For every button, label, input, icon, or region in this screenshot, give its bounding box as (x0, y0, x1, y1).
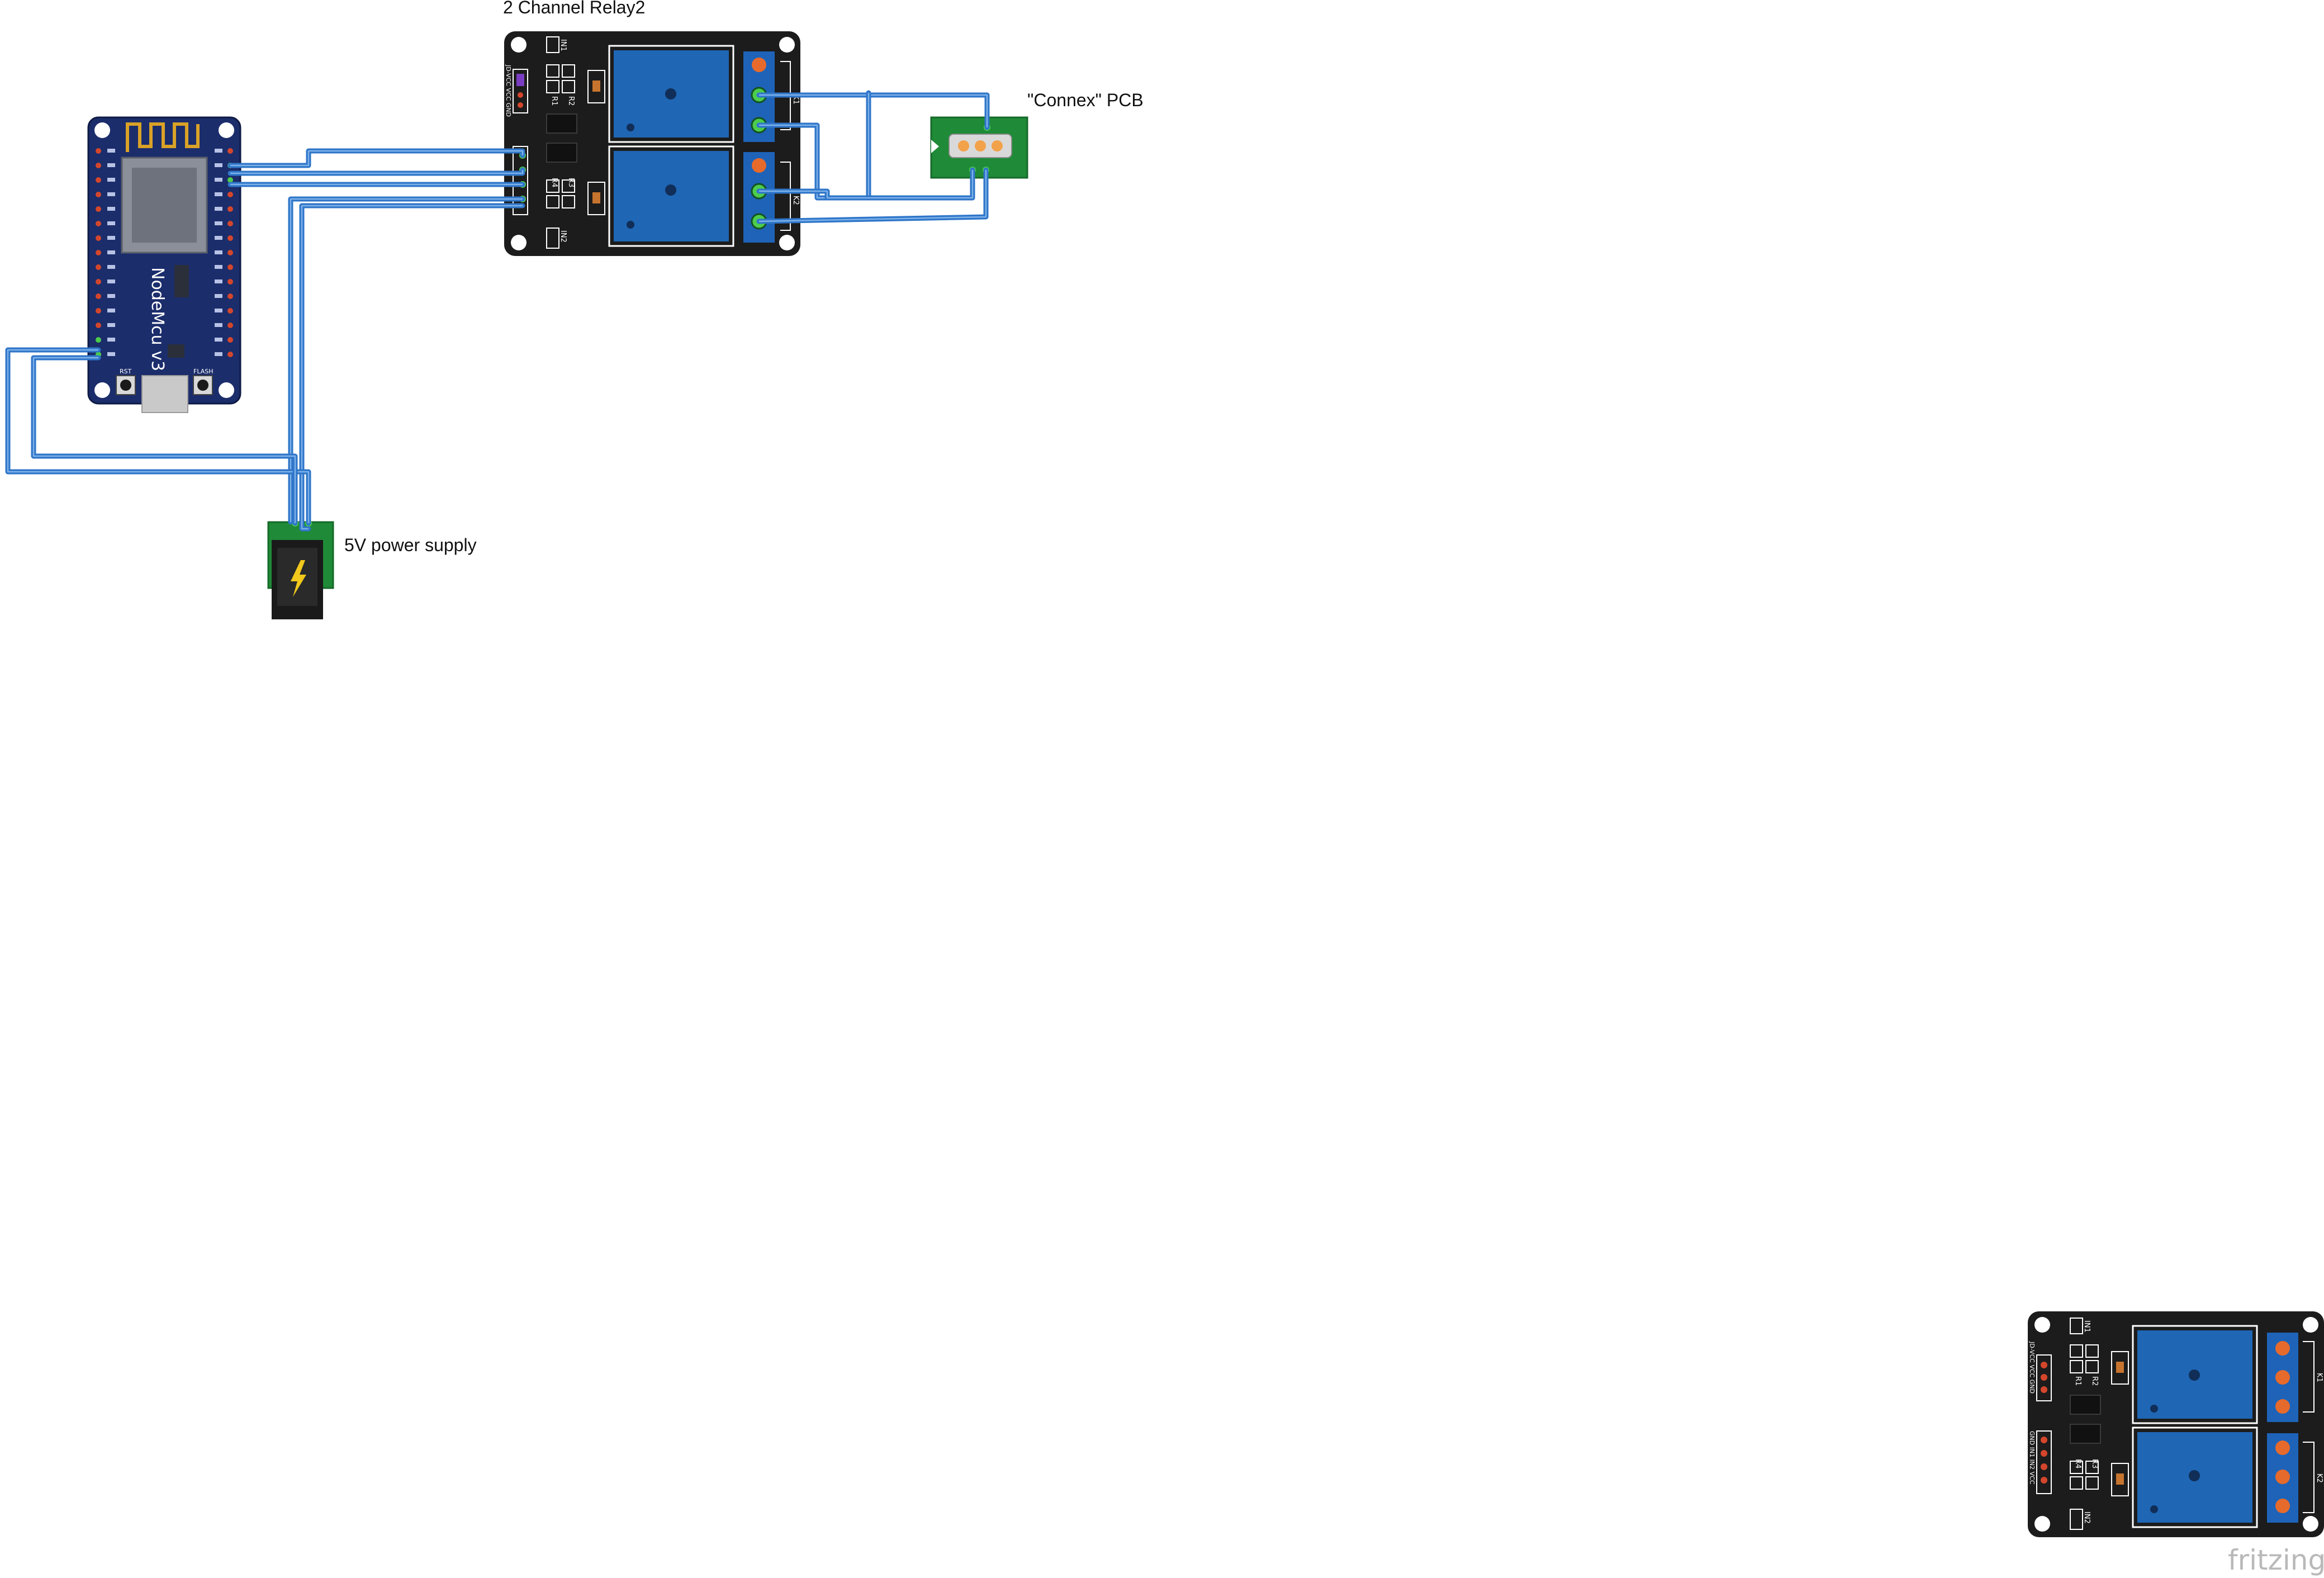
relay-bottom-in1-label: IN1 (2083, 1320, 2091, 1333)
power-supply-label: 5V power supply (344, 535, 477, 555)
relay-board-top[interactable]: JD-VCC VCC GND R1 R2 R4 R3 IN1 IN2 K1 K2 (504, 31, 800, 256)
relay-top-jd-label: JD-VCC VCC GND (505, 64, 512, 117)
nodemcu-pins-left (96, 148, 101, 357)
nodemcu-rst-label: RST (120, 368, 132, 375)
nodemcu-flash-label: FLASH (193, 368, 214, 375)
nodemcu-pins-right (227, 148, 233, 357)
relay-bottom-r3-label: R3 (2090, 1459, 2099, 1468)
relay-top-k2-label: K2 (791, 196, 800, 205)
wire-relay-vcc (288, 196, 525, 525)
relay-top-r3-label: R3 (567, 178, 575, 187)
power-jack[interactable] (267, 520, 334, 619)
relay-bottom-k1-label: K1 (2315, 1373, 2323, 1382)
relay-top-r4-label: R4 (550, 178, 558, 187)
relay-bottom-r2-label: R2 (2090, 1376, 2099, 1386)
wiring-diagram: NodeMcu v3 RST FLASH JD-VCC VCC GND R1 R… (5, 0, 2324, 1576)
relay-bottom-r4-label: R4 (2074, 1459, 2082, 1468)
wire-relay-gnd (299, 203, 525, 532)
relay-board-bottom[interactable]: JD-VCC VCC GND GND IN1 IN2 VCC R1 R2 R4 … (2028, 1311, 2324, 1537)
connex-pcb[interactable] (930, 116, 1028, 179)
relay-title-label: 2 Channel Relay2 (503, 0, 645, 17)
relay-bottom-in2-label: IN2 (2083, 1511, 2091, 1524)
relay-bottom-r1-label: R1 (2074, 1376, 2082, 1386)
relay-top-r2-label: R2 (567, 96, 575, 106)
relay-bottom-jd-label: JD-VCC VCC GND (2028, 1341, 2036, 1394)
fritzing-logo: fritzing (2228, 1544, 2324, 1576)
relay-top-r1-label: R1 (550, 96, 558, 106)
relay-top-in1-label: IN1 (559, 39, 567, 51)
wire-d1 (227, 148, 525, 168)
nodemcu-name-label: NodeMcu v3 (148, 267, 167, 371)
relay-bottom-k2-label: K2 (2315, 1473, 2323, 1483)
connex-label: "Connex" PCB (1027, 90, 1144, 110)
nodemcu-board[interactable]: NodeMcu v3 RST FLASH (87, 116, 241, 413)
relay-top-in2-label: IN2 (559, 230, 567, 243)
relay-bottom-gnd-pins-label: GND IN1 IN2 VCC (2028, 1431, 2036, 1485)
